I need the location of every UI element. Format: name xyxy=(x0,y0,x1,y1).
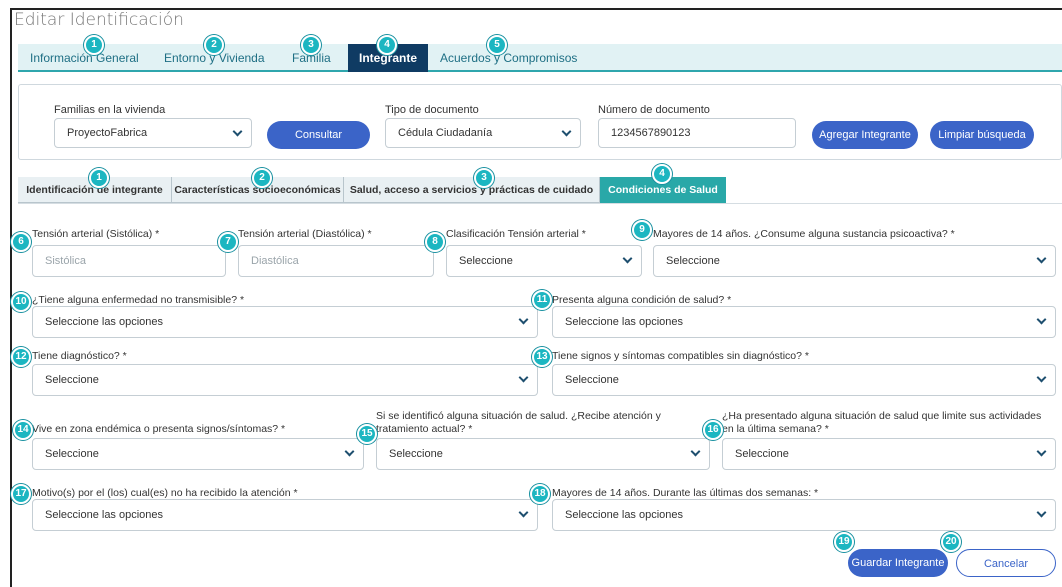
step-badge: 20 xyxy=(941,532,961,552)
step-badge: 2 xyxy=(252,168,272,188)
chevron-down-icon xyxy=(1036,253,1047,264)
step-badge: 9 xyxy=(632,220,652,240)
chevron-down-icon xyxy=(344,446,355,457)
condicion-label: Presenta alguna condición de salud? * xyxy=(552,294,732,306)
divider xyxy=(18,203,1062,204)
step-badge: 8 xyxy=(425,232,445,252)
tipo-documento-value: Cédula Ciudadanía xyxy=(398,127,493,139)
dos-semanas-value: Seleccione las opciones xyxy=(565,509,684,521)
step-badge: 15 xyxy=(357,424,377,444)
subtab-salud-acceso[interactable]: Salud, acceso a servicios y prácticas de… xyxy=(344,177,600,203)
guardar-integrante-button[interactable]: Guardar Integrante xyxy=(848,549,948,577)
chevron-down-icon xyxy=(1036,372,1047,383)
chevron-down-icon xyxy=(518,507,529,518)
limite-value: Seleccione xyxy=(735,448,789,460)
atencion-select[interactable]: Seleccione xyxy=(376,438,710,470)
motivos-label: Motivo(s) por el (los) cual(es) no ha re… xyxy=(32,487,298,499)
chevron-down-icon xyxy=(561,126,572,137)
diagnostico-value: Seleccione xyxy=(45,374,99,386)
diagnostico-label: Tiene diagnóstico? * xyxy=(32,350,127,362)
step-badge: 17 xyxy=(11,484,31,504)
tab-acuerdos-compromisos[interactable]: Acuerdos y Compromisos xyxy=(440,44,577,72)
clasificacion-value: Seleccione xyxy=(459,255,513,267)
step-badge: 12 xyxy=(11,347,31,367)
chevron-down-icon xyxy=(1036,446,1047,457)
dos-semanas-label: Mayores de 14 años. Durante las últimas … xyxy=(552,487,819,499)
condicion-select[interactable]: Seleccione las opciones xyxy=(552,306,1056,338)
familias-label: Familias en la vivienda xyxy=(54,104,166,116)
chevron-down-icon xyxy=(1036,507,1047,518)
limpiar-busqueda-button[interactable]: Limpiar búsqueda xyxy=(930,121,1034,149)
chevron-down-icon xyxy=(690,446,701,457)
clasificacion-select[interactable]: Seleccione xyxy=(446,245,642,277)
sistolica-label: Tensión arterial (Sistólica) * xyxy=(32,228,160,240)
step-badge: 7 xyxy=(218,232,238,252)
familias-select[interactable]: ProyectoFabrica xyxy=(54,118,252,148)
atencion-value: Seleccione xyxy=(389,448,443,460)
step-badge: 19 xyxy=(834,532,854,552)
limite-label-line1: ¿Ha presentado alguna situación de salud… xyxy=(722,410,1042,422)
step-badge: 4 xyxy=(377,35,397,55)
diastolica-input[interactable]: Diastólica xyxy=(238,245,434,277)
step-badge: 5 xyxy=(487,35,507,55)
step-badge: 10 xyxy=(11,292,31,312)
top-nav: Información General Entorno y Vivienda F… xyxy=(18,44,1062,72)
step-badge: 6 xyxy=(11,232,31,252)
step-badge: 3 xyxy=(301,35,321,55)
clasificacion-label: Clasificación Tensión arterial * xyxy=(446,228,586,240)
step-badge: 11 xyxy=(532,290,552,310)
endemica-label: Vive en zona endémica o presenta signos/… xyxy=(32,423,286,435)
psicoactiva-label: Mayores de 14 años. ¿Consume alguna sust… xyxy=(653,228,955,240)
atencion-label-line1: Si se identificó alguna situación de sal… xyxy=(376,410,661,422)
motivos-select[interactable]: Seleccione las opciones xyxy=(32,499,538,531)
limite-label-line2: en la última semana? * xyxy=(722,423,829,435)
diastolica-label: Tensión arterial (Diastólica) * xyxy=(238,228,372,240)
motivos-value: Seleccione las opciones xyxy=(45,509,164,521)
chevron-down-icon xyxy=(232,126,243,137)
signos-label: Tiene signos y síntomas compatibles sin … xyxy=(552,350,809,362)
step-badge: 13 xyxy=(532,347,552,367)
step-badge: 16 xyxy=(703,420,723,440)
chevron-down-icon xyxy=(1036,314,1047,325)
diagnostico-select[interactable]: Seleccione xyxy=(32,364,538,396)
numero-documento-label: Número de documento xyxy=(598,104,710,116)
chevron-down-icon xyxy=(518,372,529,383)
agregar-integrante-button[interactable]: Agregar Integrante xyxy=(812,121,918,149)
no-transmisible-value: Seleccione las opciones xyxy=(45,316,164,328)
step-badge: 3 xyxy=(474,168,494,188)
numero-documento-input[interactable]: 1234567890123 xyxy=(598,118,796,148)
step-badge: 1 xyxy=(84,35,104,55)
signos-value: Seleccione xyxy=(565,374,619,386)
chevron-down-icon xyxy=(622,253,633,264)
endemica-select[interactable]: Seleccione xyxy=(32,438,364,470)
psicoactiva-value: Seleccione xyxy=(666,255,720,267)
no-transmisible-select[interactable]: Seleccione las opciones xyxy=(32,306,538,338)
no-transmisible-label: ¿Tiene alguna enfermedad no transmisible… xyxy=(32,294,245,306)
step-badge: 2 xyxy=(204,35,224,55)
dos-semanas-select[interactable]: Seleccione las opciones xyxy=(552,499,1056,531)
consultar-button[interactable]: Consultar xyxy=(267,121,370,149)
tipo-documento-label: Tipo de documento xyxy=(385,104,479,116)
tipo-documento-select[interactable]: Cédula Ciudadanía xyxy=(385,118,581,148)
atencion-label-line2: tratamiento actual? * xyxy=(376,423,473,435)
familias-value: ProyectoFabrica xyxy=(67,127,148,139)
condicion-value: Seleccione las opciones xyxy=(565,316,684,328)
psicoactiva-select[interactable]: Seleccione xyxy=(653,245,1056,277)
sub-tabs: Identificación de integrante Característ… xyxy=(18,177,726,203)
step-badge: 4 xyxy=(652,164,672,184)
cancelar-button[interactable]: Cancelar xyxy=(956,549,1056,577)
limite-select[interactable]: Seleccione xyxy=(722,438,1056,470)
page-title: Editar Identificación xyxy=(14,10,184,30)
sistolica-input[interactable]: Sistólica xyxy=(32,245,226,277)
step-badge: 14 xyxy=(13,420,33,440)
endemica-value: Seleccione xyxy=(45,448,99,460)
step-badge: 1 xyxy=(89,168,109,188)
signos-select[interactable]: Seleccione xyxy=(552,364,1056,396)
step-badge: 18 xyxy=(530,484,550,504)
chevron-down-icon xyxy=(518,314,529,325)
